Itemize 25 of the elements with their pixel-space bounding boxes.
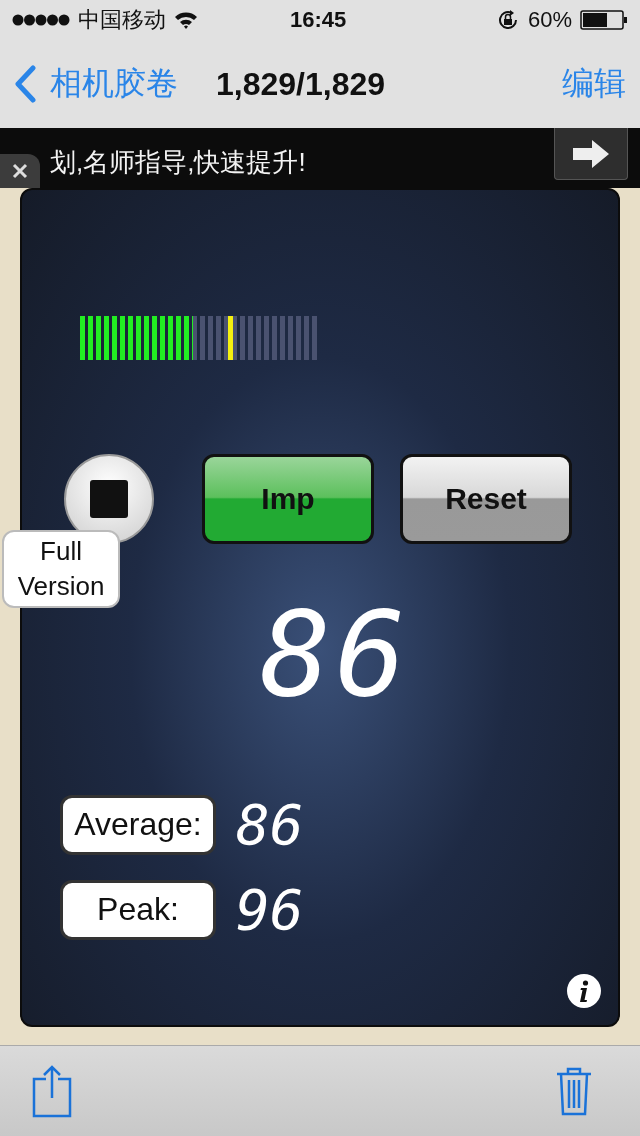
battery-percent: 60% bbox=[527, 7, 572, 33]
trash-icon[interactable] bbox=[556, 1066, 592, 1116]
chevron-left-icon bbox=[14, 65, 36, 103]
signal-icon bbox=[12, 14, 70, 26]
close-icon bbox=[11, 162, 29, 180]
reset-button[interactable]: Reset bbox=[400, 454, 572, 544]
battery-icon bbox=[580, 10, 628, 30]
info-icon[interactable] bbox=[566, 973, 602, 1009]
close-button[interactable] bbox=[0, 154, 40, 188]
full-version-badge[interactable]: Full Version bbox=[2, 530, 120, 608]
ad-banner[interactable]: 划,名师指导,快速提升! bbox=[0, 128, 640, 188]
main-reading: 86 bbox=[260, 594, 411, 714]
photo-counter: 1,829/1,829 bbox=[216, 65, 387, 103]
status-time: 16:45 bbox=[290, 7, 347, 33]
stat-value: 96 bbox=[236, 877, 304, 942]
wifi-icon bbox=[174, 11, 198, 29]
imp-button[interactable]: Imp bbox=[202, 454, 374, 544]
arrow-right-icon bbox=[572, 138, 610, 169]
ad-arrow-button[interactable] bbox=[554, 128, 628, 180]
stat-label: Average: bbox=[60, 794, 216, 855]
share-icon[interactable] bbox=[32, 1064, 72, 1118]
stat-value: 86 bbox=[236, 792, 304, 857]
stat-label: Peak: bbox=[60, 879, 216, 940]
carrier-name: 中国移动 bbox=[78, 6, 166, 34]
ad-text: 划,名师指导,快速提升! bbox=[50, 146, 307, 179]
